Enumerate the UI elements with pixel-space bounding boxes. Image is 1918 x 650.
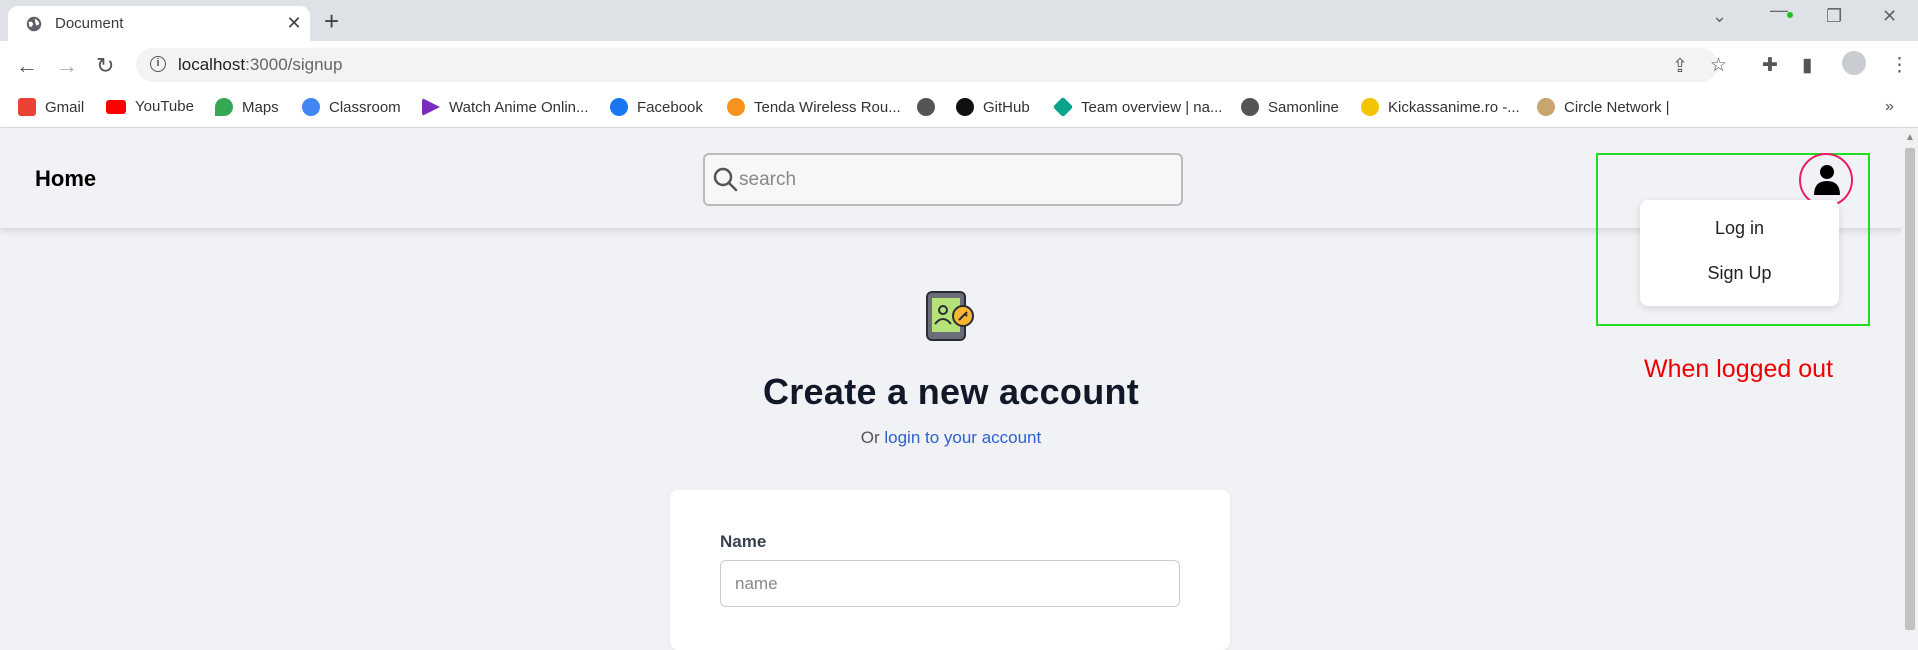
search-input[interactable] — [739, 167, 1159, 193]
restore-icon[interactable]: ❐ — [1826, 6, 1842, 27]
browser-tab-strip: Document ✕ + ⌄ — ❐ ✕ — [0, 0, 1918, 41]
bookmark-youtube[interactable]: YouTube — [106, 98, 194, 115]
login-prompt: Or login to your account — [0, 428, 1902, 448]
user-icon — [1814, 165, 1840, 195]
bookmark-circle-network[interactable]: Circle Network | — [1537, 98, 1670, 116]
facebook-icon — [610, 98, 628, 116]
google-icon — [302, 98, 320, 116]
phone-key-logo-icon — [926, 291, 974, 341]
bookmark-github[interactable]: GitHub — [956, 98, 1030, 116]
diamond-icon — [1052, 96, 1074, 118]
bookmark-label: Kickassanime.ro -... — [1388, 98, 1520, 116]
window-close-icon[interactable]: ✕ — [1882, 6, 1897, 27]
circle-network-icon — [1537, 98, 1555, 116]
github-icon — [956, 98, 974, 116]
bookmark-star-icon[interactable]: ☆ — [1710, 54, 1727, 77]
globe-icon — [26, 16, 42, 31]
close-tab-icon[interactable]: ✕ — [278, 13, 310, 34]
globe-icon — [1241, 98, 1259, 116]
gmail-icon — [18, 98, 36, 116]
page-viewport: Home Log in Sign Up When logged out Crea… — [0, 128, 1918, 650]
user-menu-button[interactable] — [1799, 153, 1853, 207]
bookmark-kickassanime[interactable]: Kickassanime.ro -... — [1361, 98, 1520, 116]
name-label: Name — [720, 532, 767, 551]
tab-search-icon[interactable]: ⌄ — [1712, 6, 1727, 27]
bookmark-label: Classroom — [329, 98, 401, 116]
youtube-icon — [106, 99, 126, 114]
login-menu-item[interactable]: Log in — [1640, 218, 1839, 239]
bookmark-label: GitHub — [983, 98, 1030, 116]
bookmarks-bar: Gmail YouTube Maps Classroom Watch Anime… — [0, 90, 1918, 128]
site-info-icon[interactable]: i — [150, 56, 166, 72]
bookmark-samonline[interactable]: Samonline — [1241, 98, 1339, 116]
url-host: localhost — [178, 55, 246, 74]
signup-menu-item[interactable]: Sign Up — [1640, 263, 1839, 284]
address-bar[interactable]: i localhost:3000/signup ⇪ ☆ — [136, 48, 1727, 82]
browser-toolbar: ← → ↻ i localhost:3000/signup ⇪ ☆ ✚ ▮ ⋮ — [0, 41, 1918, 90]
home-link[interactable]: Home — [35, 166, 96, 192]
status-dot — [1787, 12, 1793, 18]
url-text[interactable]: localhost:3000/signup — [178, 55, 342, 75]
bookmark-label: Watch Anime Onlin... — [449, 98, 589, 116]
tenda-icon — [727, 98, 745, 116]
bookmark-label: Gmail — [45, 98, 85, 116]
or-text: Or — [860, 428, 885, 447]
tab-title: Document — [55, 15, 124, 32]
more-menu-icon[interactable]: ⋮ — [1890, 54, 1909, 77]
name-input[interactable] — [720, 560, 1180, 607]
page-title: Create a new account — [762, 371, 1140, 412]
bookmark-label: Samonline — [1268, 98, 1339, 116]
bookmark-gmail[interactable]: Gmail — [18, 98, 84, 116]
scroll-up-icon[interactable]: ▲ — [1905, 132, 1915, 143]
search-icon — [713, 167, 738, 192]
more-bookmarks-icon[interactable]: » — [1885, 98, 1894, 116]
side-panel-icon[interactable]: ▮ — [1802, 54, 1812, 77]
extensions-icon[interactable]: ✚ — [1762, 54, 1778, 77]
bookmark-globe[interactable] — [917, 98, 944, 116]
bookmark-watch-anime[interactable]: Watch Anime Onlin... — [422, 98, 589, 116]
signup-form-card: Name — [670, 490, 1230, 650]
profile-icon[interactable] — [1842, 51, 1866, 75]
url-path: :3000/signup — [245, 55, 343, 74]
search-box[interactable] — [703, 153, 1183, 206]
minimize-icon[interactable]: — — [1770, 0, 1788, 21]
back-icon[interactable]: ← — [16, 53, 38, 79]
bookmark-label: Circle Network | — [1564, 98, 1670, 116]
maps-icon — [215, 98, 233, 116]
scrollbar-thumb[interactable] — [1905, 148, 1915, 630]
share-icon[interactable]: ⇪ — [1672, 55, 1688, 78]
crown-icon — [1361, 98, 1379, 116]
login-link[interactable]: login to your account — [884, 428, 1041, 447]
bookmark-label: Maps — [242, 98, 279, 116]
bookmark-label: Tenda Wireless Rou... — [754, 98, 901, 116]
bookmark-label: Team overview | na... — [1081, 98, 1223, 116]
bookmark-tenda[interactable]: Tenda Wireless Rou... — [727, 98, 901, 116]
user-dropdown-menu: Log in Sign Up — [1640, 200, 1839, 306]
reload-icon[interactable]: ↻ — [96, 53, 114, 79]
bookmark-maps[interactable]: Maps — [215, 98, 279, 116]
bookmark-team-overview[interactable]: Team overview | na... — [1052, 96, 1223, 118]
forward-icon[interactable]: → — [56, 53, 78, 79]
browser-tab[interactable]: Document ✕ — [8, 6, 310, 41]
page-scrollbar[interactable]: ▲ — [1902, 128, 1918, 630]
bookmark-classroom[interactable]: Classroom — [302, 98, 401, 116]
play-icon — [422, 98, 440, 116]
globe-icon — [917, 98, 935, 116]
bookmark-label: YouTube — [135, 98, 194, 115]
bookmark-label: Facebook — [637, 98, 703, 116]
bookmark-facebook[interactable]: Facebook — [610, 98, 703, 116]
new-tab-icon[interactable]: + — [324, 6, 339, 37]
